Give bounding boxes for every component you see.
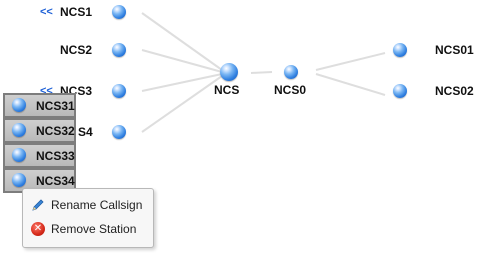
node-label-ncs4: S4 bbox=[78, 125, 93, 139]
blue-sphere-icon[interactable] bbox=[112, 125, 126, 139]
context-menu: Rename Callsign ✕ Remove Station bbox=[22, 188, 154, 248]
node-ncs2[interactable]: NCS2 bbox=[38, 40, 133, 60]
edge-ncs0-ncs02 bbox=[315, 73, 386, 96]
node-ncs0[interactable]: NCS0 bbox=[272, 62, 312, 102]
blue-sphere-icon[interactable] bbox=[112, 5, 126, 19]
edge-ncs0-ncs01 bbox=[315, 52, 386, 71]
node-ncs[interactable]: NCS bbox=[210, 61, 250, 101]
stack-item-label: NCS33 bbox=[36, 149, 75, 163]
blue-sphere-icon bbox=[12, 148, 26, 162]
blue-sphere-icon bbox=[12, 123, 26, 137]
stack-item-ncs32[interactable]: NCS32 bbox=[3, 118, 76, 143]
blue-sphere-icon bbox=[12, 173, 26, 187]
node-label-ncs: NCS bbox=[214, 83, 240, 97]
rename-callsign-menu-item[interactable]: Rename Callsign bbox=[28, 194, 148, 216]
remove-circle-icon: ✕ bbox=[31, 222, 45, 236]
stack-item-ncs31[interactable]: NCS31 bbox=[3, 93, 76, 118]
stack-item-label: NCS32 bbox=[36, 124, 75, 138]
node-ncs02[interactable]: NCS02 bbox=[390, 81, 478, 101]
menu-label-remove: Remove Station bbox=[51, 222, 137, 236]
stack-item-label: NCS34 bbox=[36, 174, 75, 188]
node-label-ncs1: NCS1 bbox=[60, 5, 93, 19]
node-ncs01[interactable]: NCS01 bbox=[390, 40, 478, 60]
remove-station-menu-item[interactable]: ✕ Remove Station bbox=[28, 218, 148, 240]
node-label-ncs2: NCS2 bbox=[60, 43, 93, 57]
blue-sphere-icon[interactable] bbox=[112, 43, 126, 57]
node-label-ncs0: NCS0 bbox=[274, 83, 307, 97]
blue-sphere-icon bbox=[12, 98, 26, 112]
station-stack: NCS31 NCS32 NCS33 NCS34 bbox=[3, 93, 76, 193]
stack-item-ncs33[interactable]: NCS33 bbox=[3, 143, 76, 168]
pencil-icon bbox=[32, 199, 44, 211]
node-label-ncs01: NCS01 bbox=[435, 43, 474, 57]
stack-item-label: NCS31 bbox=[36, 99, 75, 113]
blue-sphere-icon[interactable] bbox=[112, 84, 126, 98]
blue-sphere-icon[interactable] bbox=[284, 65, 298, 79]
blue-sphere-icon[interactable] bbox=[393, 43, 407, 57]
edge-ncs-ncs0 bbox=[250, 71, 273, 74]
blue-sphere-icon[interactable] bbox=[220, 63, 238, 81]
node-ncs1[interactable]: << NCS1 bbox=[38, 2, 133, 22]
blue-sphere-icon[interactable] bbox=[393, 84, 407, 98]
collapse-toggle[interactable]: << bbox=[40, 6, 53, 18]
menu-label-rename: Rename Callsign bbox=[51, 198, 143, 212]
node-label-ncs02: NCS02 bbox=[435, 84, 474, 98]
